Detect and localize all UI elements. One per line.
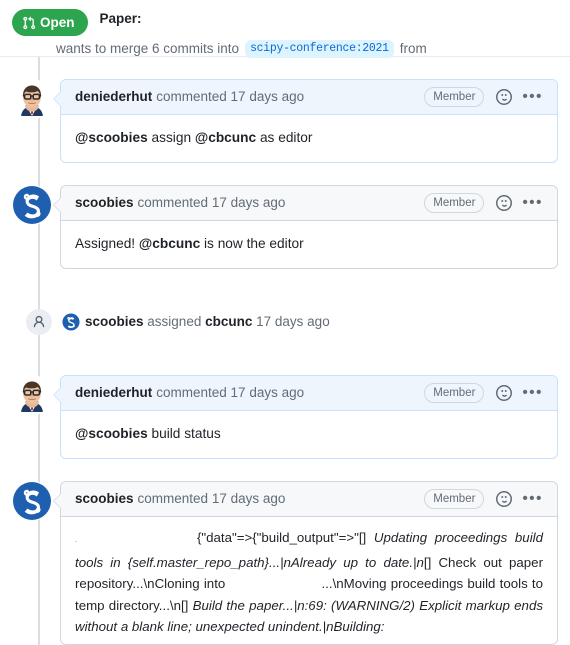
log-leading-dot: . [75,537,77,544]
timeline-event-assigned: scoobies assigned cbcunc 17 days ago [12,309,558,335]
comment-author[interactable]: deniederhut [75,383,152,403]
pr-header-meta: Paper: [100,9,142,28]
comment-action: commented 17 days ago [156,385,305,400]
event-text: scoobies assigned cbcunc 17 days ago [85,312,330,332]
comment-text-tail: is now the editor [200,236,304,251]
smiley-icon[interactable] [496,195,513,211]
timeline-spacer [12,459,558,481]
status-badge: Member [424,193,485,213]
mention-scoobies[interactable]: @scoobies [75,426,148,441]
comment-text: Assigned! [75,236,139,251]
comment-box: scoobies commented 17 days ago Member ••… [53,481,558,645]
git-pull-request-icon [22,16,36,30]
comment-body: @scoobies build status [61,411,557,458]
comment-author[interactable]: scoobies [75,489,134,509]
comment-action: commented 17 days ago [137,195,286,210]
deniederhut-avatar[interactable] [12,375,52,415]
pr-timeline: deniederhut commented 17 days ago Member… [0,57,570,645]
comment-author[interactable]: scoobies [75,193,134,213]
pr-title: Paper: [99,11,142,26]
comment-body: @scoobies assign @cbcunc as editor [61,115,557,162]
deniederhut-avatar[interactable] [12,79,52,119]
kebab-menu-icon[interactable]: ••• [514,89,545,104]
scoobies-avatar[interactable] [12,481,52,521]
pr-header-row: Open Paper: [12,9,558,36]
comment-box: deniederhut commented 17 days ago Member… [53,375,558,459]
event-actor[interactable]: scoobies [85,314,144,329]
comment-action: commented 17 days ago [156,89,305,104]
comment-body: Assigned! @cbcunc is now the editor [61,221,557,268]
smiley-icon[interactable] [496,89,513,105]
status-badge: Member [424,383,485,403]
comment-author[interactable]: deniederhut [75,87,152,107]
comment-text: assign [147,130,195,145]
base-branch-chip[interactable]: scipy-conference:2021 [245,40,394,58]
event-verb: assigned [147,314,202,329]
kebab-menu-icon[interactable]: ••• [514,385,545,400]
timeline-spacer [12,269,558,291]
merge-text: wants to merge 6 commits into [56,41,240,56]
timeline-comment-2: scoobies commented 17 days ago Member ••… [12,185,558,269]
comment-box: deniederhut commented 17 days ago Member… [53,79,558,163]
smiley-icon[interactable] [496,385,513,401]
log-text-1: {"data"=>{"build_output"=>"[] [196,530,374,545]
comment-action: commented 17 days ago [137,491,286,506]
kebab-menu-icon[interactable]: ••• [514,491,545,506]
comment-box: scoobies commented 17 days ago Member ••… [53,185,558,269]
status-badge: Member [424,489,485,509]
timeline-comment-3: deniederhut commented 17 days ago Member… [12,375,558,459]
timeline-comment-1: deniederhut commented 17 days ago Member… [12,79,558,163]
pr-header: Open Paper: wants to merge 6 commits int… [0,0,570,59]
pr-state-badge[interactable]: Open [12,9,88,36]
person-icon [26,309,52,335]
smiley-icon[interactable] [496,491,513,507]
pr-state-label: Open [40,15,75,30]
mention-cbcunc[interactable]: @cbcunc [139,236,200,251]
build-log-body: . {"data"=>{"build_output"=>"[] Updating … [61,517,557,644]
timeline-comment-4: scoobies commented 17 days ago Member ••… [12,481,558,645]
timeline-spacer [12,357,558,375]
timeline-spacer [12,335,558,357]
comment-header: scoobies commented 17 days ago Member ••… [61,482,557,517]
scoobies-avatar[interactable] [62,313,80,331]
event-target[interactable]: cbcunc [205,314,252,329]
comment-header: deniederhut commented 17 days ago Member… [61,376,557,411]
kebab-menu-icon[interactable]: ••• [514,195,545,210]
from-text: from [399,41,427,56]
status-badge: Member [424,87,485,107]
mention-cbcunc[interactable]: @cbcunc [195,130,256,145]
comment-header: scoobies commented 17 days ago Member ••… [61,186,557,221]
comment-text: build status [147,426,221,441]
timeline-spacer [12,291,558,309]
comment-header: deniederhut commented 17 days ago Member… [61,80,557,115]
mention-scoobies[interactable]: @scoobies [75,130,148,145]
timeline-spacer [12,57,558,79]
pr-merge-info: wants to merge 6 commits into scipy-conf… [56,39,558,59]
timeline-spacer [12,163,558,185]
comment-text-tail: as editor [256,130,313,145]
scoobies-avatar[interactable] [12,185,52,225]
event-timestamp: 17 days ago [256,314,330,329]
